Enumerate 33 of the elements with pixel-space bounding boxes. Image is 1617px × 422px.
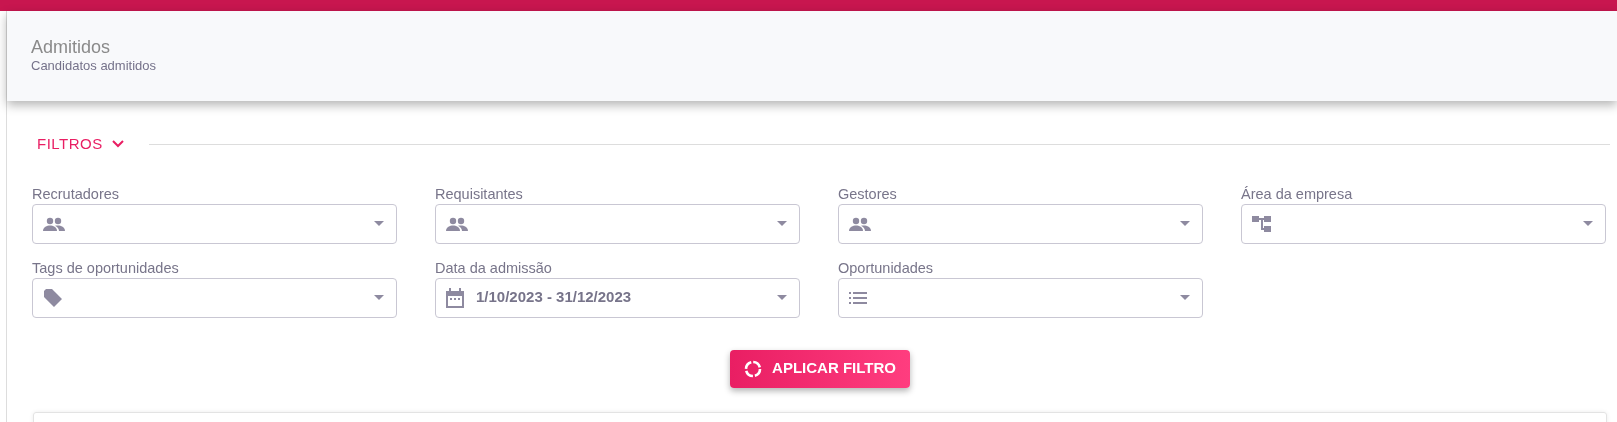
loading-icon [744, 359, 763, 378]
apply-filter-button[interactable]: APLICAR FILTRO [730, 349, 910, 388]
field-label: Área da empresa [1241, 184, 1354, 204]
people-icon [43, 216, 65, 231]
tag-icon [43, 287, 63, 308]
dropdown-arrow-icon [777, 295, 787, 300]
field-label: Oportunidades [838, 258, 935, 278]
dropdown-arrow-icon [1180, 295, 1190, 300]
select-field[interactable] [838, 277, 1203, 318]
select-field[interactable] [838, 203, 1203, 244]
filters-toggle[interactable]: FILTROS [37, 133, 125, 156]
field-label: Requisitantes [435, 184, 524, 204]
people-icon [446, 216, 468, 231]
select-field[interactable] [32, 277, 397, 318]
calendar-icon [446, 287, 464, 308]
page-title: Admitidos [31, 37, 112, 59]
dropdown-arrow-icon [777, 221, 787, 226]
select-field[interactable] [1241, 203, 1606, 244]
dropdown-arrow-icon [1180, 221, 1190, 226]
list-icon [849, 291, 867, 304]
field-label: Data da admissão [435, 258, 553, 278]
select-field[interactable] [435, 203, 800, 244]
field-label: Recrutadores [32, 184, 121, 204]
people-icon [849, 216, 871, 231]
field-label: Gestores [838, 184, 898, 204]
select-field[interactable] [32, 203, 397, 244]
field-label: Tags de oportunidades [32, 258, 180, 278]
page-subtitle: Candidatos admitidos [31, 58, 158, 73]
hierarchy-icon [1252, 213, 1272, 234]
dropdown-arrow-icon [374, 221, 384, 226]
dropdown-arrow-icon [374, 295, 384, 300]
select-field[interactable]: 1/10/2023 - 31/12/2023 [435, 277, 800, 318]
dropdown-arrow-icon [1583, 221, 1593, 226]
